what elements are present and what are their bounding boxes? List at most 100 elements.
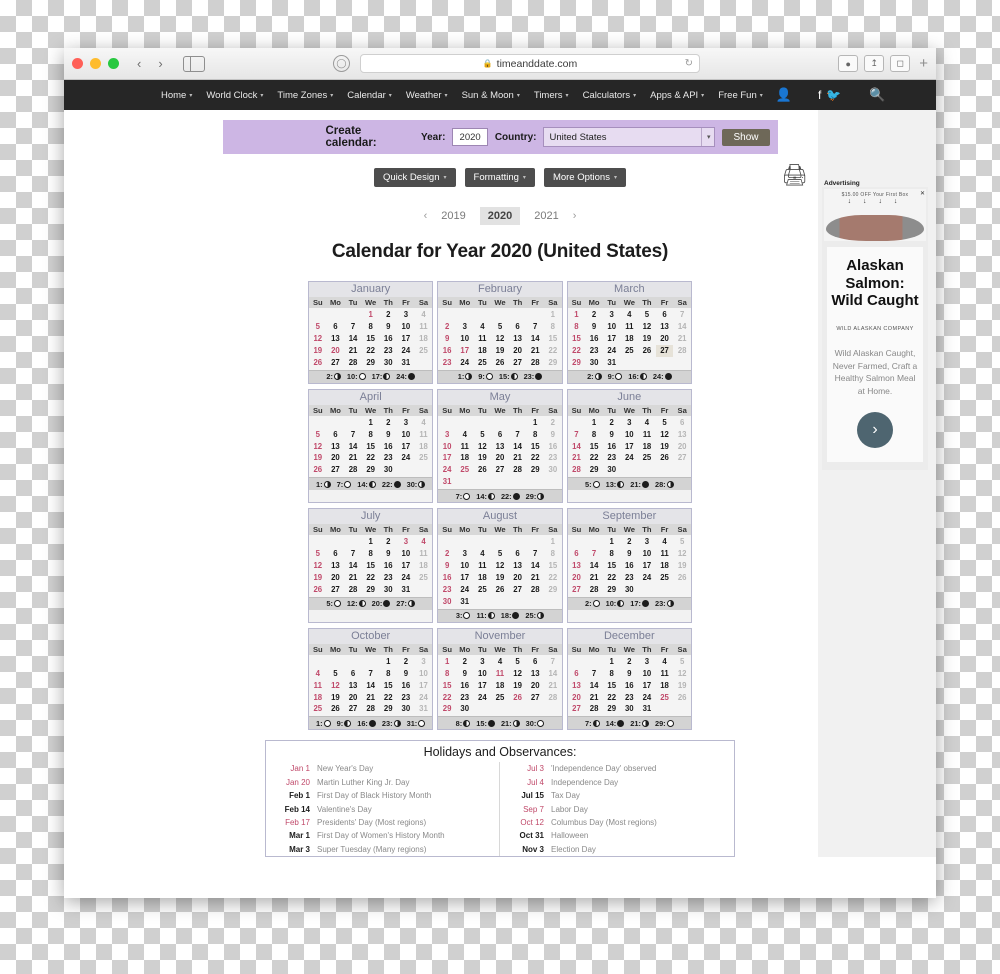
day-cell[interactable]: 13 <box>491 440 509 452</box>
day-cell[interactable]: 13 <box>656 321 674 333</box>
minimize-window-button[interactable] <box>90 58 101 69</box>
day-cell[interactable]: 31 <box>438 476 456 488</box>
holiday-name[interactable]: Valentine's Day <box>317 805 372 814</box>
day-cell[interactable]: 27 <box>568 703 586 715</box>
day-cell[interactable]: 7 <box>544 656 562 668</box>
day-cell[interactable]: 18 <box>638 440 656 452</box>
day-cell[interactable]: 11 <box>638 429 656 441</box>
day-cell[interactable]: 28 <box>509 464 527 476</box>
moon-phase-first[interactable]: 2: <box>587 372 602 381</box>
day-cell[interactable]: 9 <box>379 548 397 560</box>
moon-phase-last[interactable]: 16: <box>628 372 647 381</box>
moon-phase-full[interactable]: 9: <box>478 372 493 381</box>
day-cell[interactable]: 29 <box>585 464 603 476</box>
day-cell[interactable]: 20 <box>344 691 362 703</box>
day-cell[interactable]: 26 <box>327 703 345 715</box>
sidebar-icon[interactable] <box>182 55 205 72</box>
month-name[interactable]: July <box>309 509 433 525</box>
day-cell[interactable]: 23 <box>544 452 562 464</box>
day-cell[interactable]: 21 <box>585 572 603 584</box>
reload-icon[interactable]: ↻ <box>685 58 693 69</box>
address-bar[interactable]: 🔒 timeanddate.com ↻ <box>359 54 700 73</box>
day-cell[interactable]: 7 <box>585 668 603 680</box>
day-cell[interactable]: 26 <box>491 357 509 369</box>
window-controls[interactable] <box>72 58 119 69</box>
day-cell[interactable]: 3 <box>438 429 456 441</box>
holiday-row[interactable]: Jan 1 New Year's Day <box>270 762 495 775</box>
day-cell[interactable]: 16 <box>379 333 397 345</box>
day-cell[interactable]: 27 <box>491 464 509 476</box>
day-cell[interactable]: 5 <box>656 417 674 429</box>
moon-phase-last[interactable]: 14: <box>476 492 495 501</box>
year-link-next[interactable]: 2021 <box>526 207 566 225</box>
day-cell[interactable]: 21 <box>344 345 362 357</box>
day-cell[interactable]: 14 <box>509 440 527 452</box>
day-cell[interactable]: 15 <box>362 333 380 345</box>
moon-phase-first[interactable]: 21: <box>501 719 520 728</box>
day-cell[interactable]: 5 <box>638 309 656 321</box>
day-cell[interactable]: 31 <box>456 596 474 608</box>
day-cell[interactable]: 21 <box>673 333 691 345</box>
day-cell[interactable]: 7 <box>526 321 544 333</box>
holiday-name[interactable]: Halloween <box>551 831 588 840</box>
day-cell[interactable]: 23 <box>379 345 397 357</box>
day-cell[interactable]: 23 <box>603 452 621 464</box>
day-cell[interactable]: 19 <box>491 572 509 584</box>
day-cell[interactable]: 26 <box>309 464 327 476</box>
day-cell[interactable]: 17 <box>415 680 433 692</box>
day-cell[interactable]: 20 <box>509 345 527 357</box>
day-cell[interactable]: 15 <box>585 440 603 452</box>
day-cell[interactable]: 10 <box>638 548 656 560</box>
day-cell[interactable]: 8 <box>362 548 380 560</box>
day-cell[interactable]: 26 <box>638 345 656 357</box>
day-cell[interactable]: 29 <box>568 357 586 369</box>
day-cell[interactable]: 22 <box>438 691 456 703</box>
day-cell[interactable]: 11 <box>415 429 433 441</box>
day-cell[interactable]: 14 <box>585 560 603 572</box>
moon-phase-full[interactable]: 9: <box>608 372 623 381</box>
forward-button[interactable]: › <box>153 57 167 70</box>
nav-item-world-clock[interactable]: World Clock ▾ <box>199 90 270 101</box>
day-cell[interactable]: 1 <box>362 536 380 548</box>
day-cell[interactable]: 11 <box>456 440 474 452</box>
day-cell[interactable]: 4 <box>474 321 492 333</box>
day-cell[interactable]: 16 <box>379 560 397 572</box>
day-cell[interactable]: 18 <box>474 572 492 584</box>
day-cell[interactable]: 16 <box>438 572 456 584</box>
ad-banner-image[interactable]: $15.00 OFF Your First Box ↓ ↓ ↓ ↓ ✕ <box>824 189 926 241</box>
day-cell[interactable]: 12 <box>673 548 691 560</box>
day-cell[interactable]: 26 <box>491 584 509 596</box>
holiday-row[interactable]: Feb 14 Valentine's Day <box>270 802 495 815</box>
day-cell[interactable]: 3 <box>456 321 474 333</box>
prev-year-arrow[interactable]: ‹ <box>424 210 428 222</box>
moon-phase-first[interactable]: 2: <box>326 372 341 381</box>
day-cell[interactable]: 17 <box>397 440 415 452</box>
day-cell[interactable]: 4 <box>309 668 327 680</box>
day-cell[interactable]: 7 <box>568 429 586 441</box>
holiday-row[interactable]: Jan 20 Martin Luther King Jr. Day <box>270 776 495 789</box>
day-cell[interactable]: 2 <box>397 656 415 668</box>
day-cell[interactable]: 16 <box>456 680 474 692</box>
day-cell[interactable]: 3 <box>474 656 492 668</box>
day-cell[interactable]: 9 <box>621 548 639 560</box>
day-cell[interactable]: 12 <box>309 333 327 345</box>
day-cell[interactable]: 31 <box>603 357 621 369</box>
day-cell[interactable]: 16 <box>585 333 603 345</box>
nav-item-timers[interactable]: Timers ▾ <box>527 90 576 101</box>
moon-phase-full[interactable]: 5: <box>585 480 600 489</box>
nav-item-weather[interactable]: Weather ▾ <box>399 90 455 101</box>
day-cell[interactable]: 15 <box>438 680 456 692</box>
back-button[interactable]: ‹ <box>132 57 146 70</box>
day-cell[interactable]: 19 <box>327 691 345 703</box>
moon-phase-full[interactable]: 2: <box>585 599 600 608</box>
chevron-right-icon[interactable]: › <box>857 411 893 448</box>
day-cell[interactable]: 24 <box>438 464 456 476</box>
moon-phase-last[interactable]: 8: <box>456 719 471 728</box>
day-cell[interactable]: 3 <box>638 536 656 548</box>
month-name[interactable]: March <box>567 282 691 297</box>
day-cell[interactable]: 30 <box>379 584 397 596</box>
day-cell[interactable]: 22 <box>362 452 380 464</box>
day-cell[interactable]: 5 <box>309 321 327 333</box>
day-cell[interactable]: 29 <box>603 703 621 715</box>
day-cell[interactable]: 11 <box>474 333 492 345</box>
